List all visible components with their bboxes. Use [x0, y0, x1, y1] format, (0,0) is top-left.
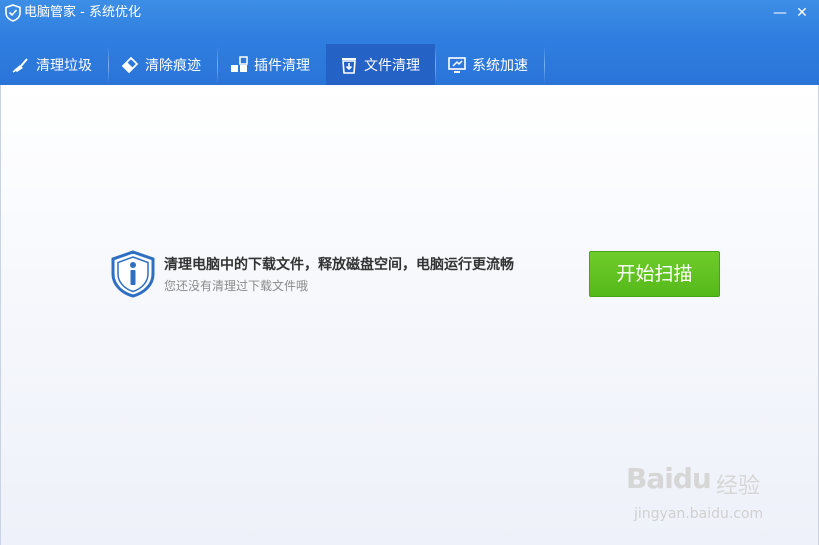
- tab-divider: [544, 46, 545, 84]
- close-button[interactable]: ✕: [793, 4, 811, 22]
- app-window: 电脑管家 - 系统优化 — ✕ 清理垃圾 清除痕迹 插件清理 文件清理 系统加速…: [0, 0, 819, 545]
- shield-logo-icon: [5, 4, 21, 22]
- tab-plugin-cleanup[interactable]: 插件清理: [230, 44, 325, 85]
- monitor-speed-icon: [448, 56, 466, 73]
- header: 电脑管家 - 系统优化 — ✕ 清理垃圾 清除痕迹 插件清理 文件清理 系统加速: [0, 0, 819, 85]
- watermark-url: jingyan.baidu.com: [634, 506, 764, 522]
- tab-label: 系统加速: [472, 57, 528, 74]
- tab-label: 清除痕迹: [145, 57, 201, 74]
- puzzle-icon: [231, 55, 248, 72]
- tab-bar: 清理垃圾 清除痕迹 插件清理 文件清理 系统加速: [0, 44, 819, 85]
- tab-label: 插件清理: [254, 57, 310, 74]
- watermark-logo: Baidu: [626, 462, 712, 495]
- watermark-label: 经验: [716, 474, 761, 499]
- eraser-icon: [121, 56, 139, 73]
- broom-icon: [12, 57, 28, 73]
- window-title: 电脑管家 - 系统优化: [24, 5, 141, 20]
- download-trash-icon: [342, 57, 356, 74]
- tab-file-cleanup[interactable]: 文件清理: [326, 44, 435, 85]
- start-scan-button[interactable]: 开始扫描: [589, 251, 720, 297]
- tab-label: 文件清理: [364, 57, 420, 74]
- tab-divider: [108, 46, 109, 84]
- tab-clean-junk[interactable]: 清理垃圾: [12, 44, 107, 85]
- watermark: Baidu 经验 jingyan.baidu.com: [626, 456, 796, 536]
- headline: 清理电脑中的下载文件，释放磁盘空间，电脑运行更流畅: [164, 257, 514, 273]
- subtext: 您还没有清理过下载文件哦: [164, 279, 309, 293]
- tab-divider: [217, 46, 218, 84]
- shield-info-icon: [111, 250, 155, 298]
- tab-divider: [435, 46, 436, 84]
- title-bar[interactable]: 电脑管家 - 系统优化 — ✕: [0, 0, 819, 28]
- tab-label: 清理垃圾: [36, 57, 92, 74]
- tab-clear-traces[interactable]: 清除痕迹: [121, 44, 216, 85]
- minimize-button[interactable]: —: [771, 4, 789, 22]
- tab-system-speedup[interactable]: 系统加速: [448, 44, 543, 85]
